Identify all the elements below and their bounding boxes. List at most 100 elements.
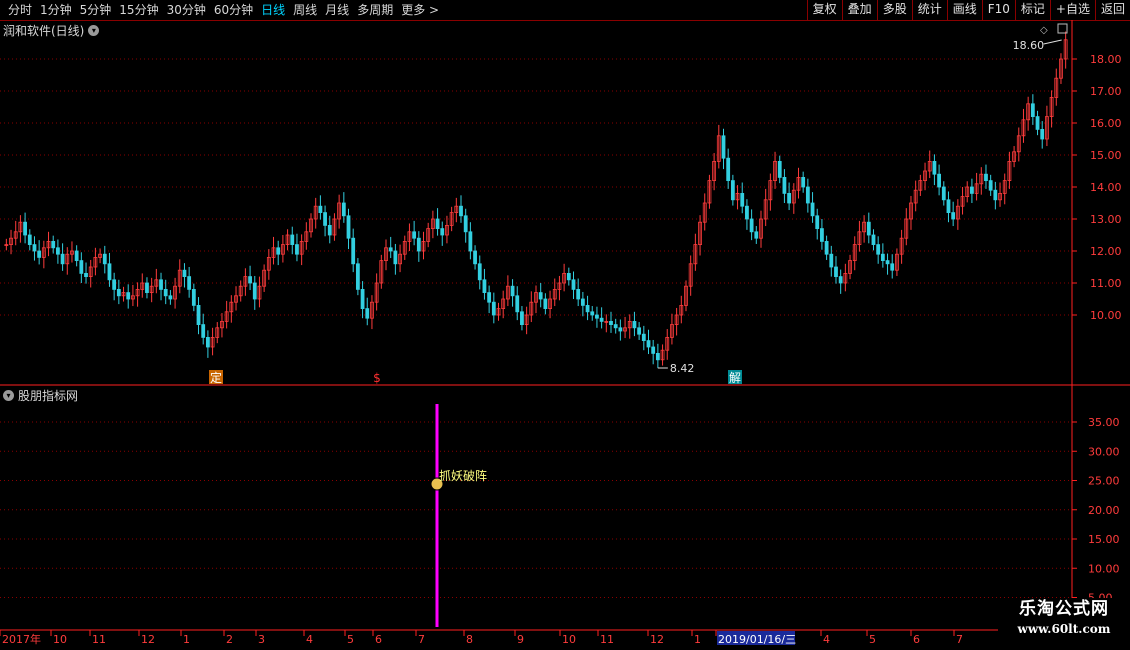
candle-body [252,282,257,300]
candle-body [463,215,468,233]
candle-body [201,324,206,338]
candle-body [740,192,745,207]
x-tick-label: 7 [418,633,425,646]
x-tick-label: 1 [183,633,190,646]
candle-body [730,180,735,201]
watermark-title: 乐淘公式网 [1019,599,1109,619]
candle-body [341,202,346,217]
candle-body [951,212,956,220]
x-tick-label: 4 [823,633,830,646]
chart-canvas[interactable]: 18.00 17.00 16.00 15.00 14.00 13.00 12.00 11.00… [0,0,1130,650]
candle-body [566,272,571,281]
candle-body [1035,116,1040,130]
candle-body [576,288,581,300]
x-tick-label: 10 [562,633,576,646]
candle-body [834,266,838,278]
candle-body [468,231,473,252]
candle-body [885,260,890,265]
x-tick-label: 2 [226,633,233,646]
y-tick-label: 10.00 [1088,562,1120,575]
candle-body [937,173,942,188]
x-tick-label: 2017年 [2,632,41,646]
y-tick-label: 14.00 [1090,181,1122,194]
candle-body [871,234,876,246]
candle-body [515,295,520,313]
candle-body [74,250,79,262]
candle-body [585,304,590,313]
candle-body [327,224,332,236]
diamond-icon: ◇ [1040,25,1048,36]
candle-body [726,157,731,181]
candle-body [613,324,618,329]
x-tick-label: 11 [600,633,614,646]
candle-body [27,234,32,246]
candle-body [941,186,946,201]
candle-body [838,276,843,284]
x-tick-label: 5 [347,633,354,646]
y-tick-label: 11.00 [1090,277,1122,290]
candle-body [782,176,787,194]
candle-body [754,231,759,239]
candle-body [37,250,42,258]
candle-body [295,244,299,255]
watermark-url: www.60lt.com [1017,622,1111,636]
candle-body [745,205,749,220]
candle-body [323,212,327,226]
candle-body [890,263,895,271]
x-tick-label: 12 [650,633,664,646]
candle-body [112,279,117,290]
x-tick-label: 4 [306,633,313,646]
candle-body [196,304,201,325]
y-tick-label: 18.00 [1090,53,1122,66]
candle-body [473,250,477,265]
candle-body [595,314,599,319]
x-tick-label: 9 [517,633,524,646]
x-tick-label: 1 [694,633,701,646]
candle-body [988,180,993,191]
candle-body [632,320,637,329]
candle-body [801,176,806,188]
candle-body [84,272,88,277]
candle-body [1040,128,1045,140]
candle-body [388,247,393,252]
candle-body [318,205,323,213]
candle-body [932,160,937,175]
candle-body [580,298,585,306]
candle-body [543,298,548,310]
candle-body [946,199,951,214]
candle-body [824,240,829,255]
x-tick-label: 8 [466,633,473,646]
marker-label: $ [373,371,381,385]
candle-body [655,352,660,361]
candle-body [393,250,398,265]
candle-body [435,218,440,230]
candle-body [829,253,834,268]
candle-body [820,228,824,242]
x-tick-label: 3 [258,633,265,646]
candle-body [459,205,463,217]
high-label: 18.60 [1013,39,1045,52]
watermark: 乐淘公式网 www.60lt.com [998,598,1130,642]
candle-body [116,288,121,297]
candle-body [599,317,604,322]
candle-body [159,279,163,290]
y-tick-label: 25.00 [1088,475,1120,488]
high-pointer [1043,39,1062,45]
x-tick-label: 6 [913,633,920,646]
y-tick-label: 13.00 [1090,213,1122,226]
candle-body [168,295,173,300]
candle-body [571,279,576,290]
candle-body [126,292,131,300]
candle-body [815,215,820,230]
candle-body [538,292,543,300]
y-tick-label: 10.00 [1090,309,1122,322]
y-tick-label: 15.00 [1088,533,1120,546]
candle-body [993,189,998,201]
candle-body [360,288,365,309]
candle-body [787,192,792,204]
candle-body [56,247,60,255]
candle-body [355,263,360,290]
candle-body [721,135,726,159]
candle-body [32,244,37,252]
candle-body [440,228,445,236]
